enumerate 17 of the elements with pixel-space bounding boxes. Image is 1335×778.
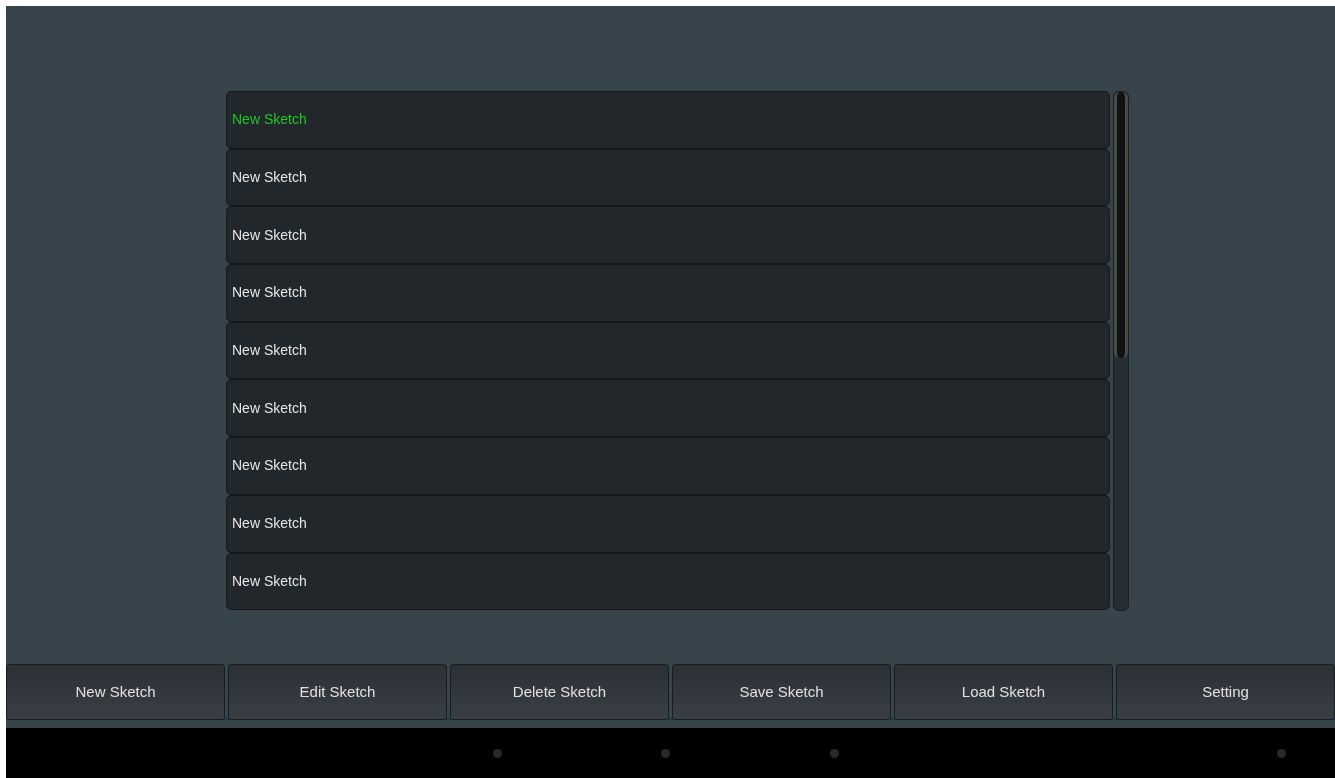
toolbar-button[interactable]: Edit Sketch bbox=[228, 664, 447, 720]
sketch-list-item[interactable]: New Sketch bbox=[226, 552, 1110, 611]
sketch-list-item[interactable]: New Sketch bbox=[226, 148, 1110, 207]
toolbar-button[interactable]: New Sketch bbox=[6, 664, 225, 720]
sketch-list-item[interactable]: New Sketch bbox=[226, 379, 1110, 438]
toolbar-button[interactable]: Delete Sketch bbox=[450, 664, 669, 720]
sketch-list-item[interactable]: New Sketch bbox=[226, 264, 1110, 322]
sketch-list-item[interactable]: New Sketch bbox=[226, 91, 1110, 149]
scrollbar-thumb[interactable] bbox=[1114, 92, 1128, 358]
toolbar-button[interactable]: Load Sketch bbox=[894, 664, 1113, 720]
scrollbar[interactable] bbox=[1113, 91, 1129, 611]
sketch-list-item[interactable]: New Sketch bbox=[226, 321, 1110, 380]
sketch-list-item[interactable]: New Sketch bbox=[226, 206, 1110, 265]
sketch-list-item[interactable]: New Sketch bbox=[226, 437, 1110, 495]
toolbar-button[interactable]: Setting bbox=[1116, 664, 1335, 720]
sketch-list-item[interactable]: New Sketch bbox=[226, 494, 1110, 553]
toolbar-button[interactable]: Save Sketch bbox=[672, 664, 891, 720]
